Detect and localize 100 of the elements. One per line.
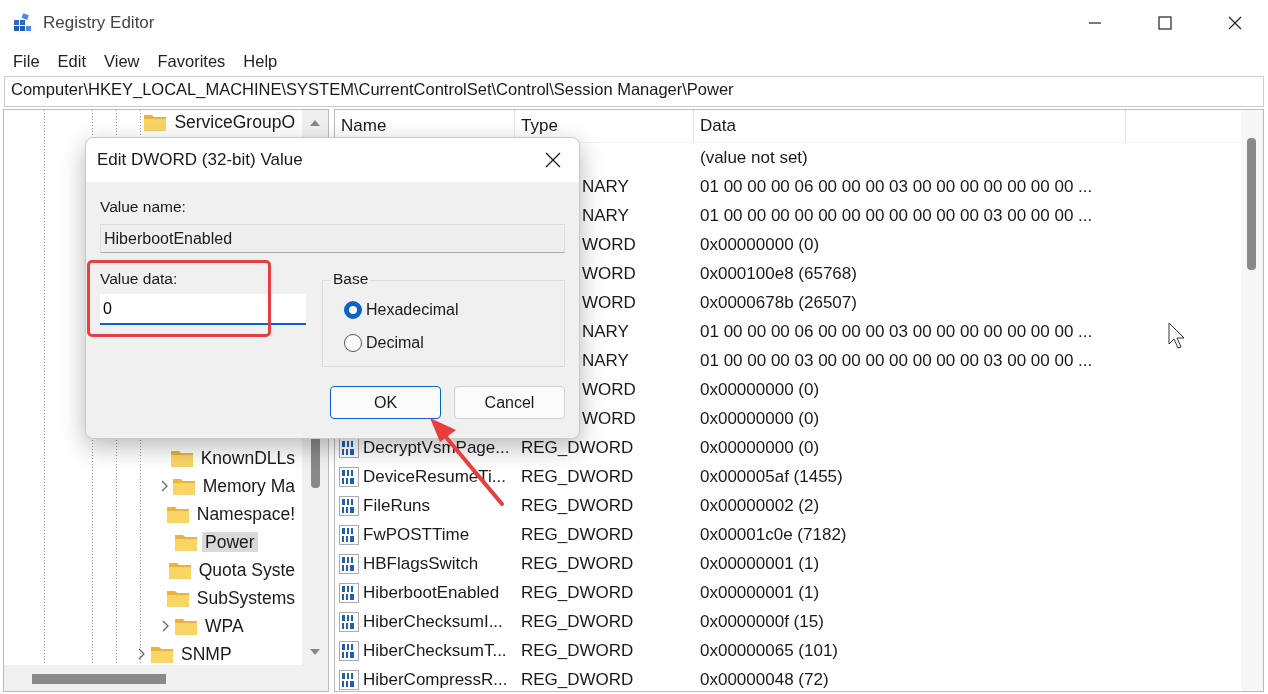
binary-value-icon: [339, 669, 359, 690]
cancel-button[interactable]: Cancel: [454, 386, 565, 419]
tree-item[interactable]: Memory Ma: [199, 476, 298, 496]
value-data: 0x00000000 (0): [700, 234, 820, 255]
ok-button[interactable]: OK: [330, 386, 441, 419]
tree-item[interactable]: KnownDLLs: [197, 448, 298, 468]
value-name: HiberChecksumI...: [363, 611, 503, 632]
folder-icon: [150, 644, 174, 664]
value-data: 0x00000048 (72): [700, 669, 829, 690]
menu-item[interactable]: View: [95, 49, 149, 73]
folder-icon: [165, 504, 190, 524]
folder-icon: [167, 560, 192, 580]
dialog-title: Edit DWORD (32-bit) Value: [97, 150, 303, 170]
value-type: REG_DWORD: [521, 524, 634, 545]
value-type: REG_DWORD: [521, 437, 634, 458]
close-icon[interactable]: [1228, 16, 1242, 30]
tree-item[interactable]: WPA: [202, 616, 247, 636]
value-name: HiberCompressR...: [363, 669, 508, 690]
menu-item[interactable]: Favorites: [148, 49, 235, 73]
value-data: (value not set): [700, 147, 808, 168]
field-label: Value name:: [100, 198, 187, 216]
field-label: Value data:: [100, 270, 179, 288]
scroll-down-icon[interactable]: [309, 647, 321, 657]
value-name: HiberbootEnabled: [363, 582, 500, 603]
address-bar[interactable]: Computer\HKEY_LOCAL_MACHINE\SYSTEM\CurrentControlSet\Control\Session Manager\Power: [4, 76, 1264, 107]
menu-item[interactable]: File: [4, 49, 49, 73]
value-type: NARY: [582, 176, 629, 197]
value-data: 0x0000000f (15): [700, 611, 824, 632]
scroll-up-icon[interactable]: [309, 118, 321, 128]
value-data: 01 00 00 00 06 00 00 00 03 00 00 00 00 00 00 00 ...: [700, 176, 1093, 197]
tree-item[interactable]: Namespace!: [193, 504, 298, 524]
binary-value-icon: [339, 582, 359, 603]
tree-item[interactable]: Power: [202, 532, 258, 552]
radio-label[interactable]: Decimal: [366, 333, 424, 352]
value-data: 0x00000001 (1): [700, 582, 820, 603]
value-data: 01 00 00 00 03 00 00 00 00 00 00 00 03 00 00 00 ...: [700, 350, 1093, 371]
tree-item[interactable]: SubSystems: [193, 588, 298, 608]
folder-icon: [174, 616, 198, 636]
folder-icon: [165, 588, 190, 608]
value-data: 0x00000002 (2): [700, 495, 820, 516]
tree-item[interactable]: Quota Syste: [195, 560, 298, 580]
value-data: 0x0000678b (26507): [700, 292, 857, 313]
maximize-icon[interactable]: [1158, 16, 1172, 30]
column-header[interactable]: Data: [694, 110, 1126, 142]
close-icon[interactable]: [545, 152, 561, 168]
value-data: 0x00000065 (101): [700, 640, 838, 661]
value-type: REG_DWORD: [521, 640, 634, 661]
scrollbar[interactable]: [1241, 110, 1263, 691]
chevron-icon[interactable]: [160, 480, 169, 492]
folder-icon: [143, 112, 168, 132]
folder-icon: [171, 476, 196, 496]
radio-label[interactable]: Hexadecimal: [366, 300, 459, 319]
value-data: 0x000100e8 (65768): [700, 263, 857, 284]
value-type: REG_DWORD: [521, 466, 634, 487]
scroll-thumb[interactable]: [32, 674, 166, 684]
folder-icon: [169, 448, 194, 468]
value-name: FileRuns: [363, 495, 431, 516]
value-type: WORD: [582, 292, 636, 313]
value-type: WORD: [582, 234, 636, 255]
value-data: 01 00 00 00 00 00 00 00 00 00 00 00 03 00 00 00 ...: [700, 205, 1093, 226]
tree-item[interactable]: ServiceGroupO: [171, 112, 298, 132]
value-name: HBFlagsSwitch: [363, 553, 479, 574]
value-type: REG_DWORD: [521, 495, 634, 516]
registry-icon: [13, 13, 33, 33]
window-title: Registry Editor: [43, 13, 155, 33]
value-name-field[interactable]: HiberbootEnabled: [100, 224, 565, 253]
radio-button[interactable]: [344, 333, 362, 352]
value-name: FwPOSTTime: [363, 524, 470, 545]
value-type: REG_DWORD: [521, 582, 634, 603]
value-data-field[interactable]: 0: [100, 294, 306, 325]
radio-button[interactable]: [344, 300, 362, 319]
binary-value-icon: [339, 466, 359, 487]
value-data: 0x00000000 (0): [700, 437, 820, 458]
tree-item[interactable]: SNMP: [178, 644, 235, 664]
binary-value-icon: [339, 640, 359, 661]
binary-value-icon: [339, 524, 359, 545]
scrollbar[interactable]: [4, 665, 328, 691]
menu-item[interactable]: Edit: [48, 49, 96, 73]
value-data: 0x00000000 (0): [700, 408, 820, 429]
folder-icon: [174, 532, 198, 552]
chevron-icon[interactable]: [162, 620, 170, 632]
value-data: 0x00000001 (1): [700, 553, 820, 574]
menu-item[interactable]: Help: [234, 49, 287, 73]
value-type: NARY: [582, 205, 629, 226]
binary-value-icon: [339, 611, 359, 632]
binary-value-icon: [339, 553, 359, 574]
value-type: NARY: [582, 321, 629, 342]
value-data: 01 00 00 00 06 00 00 00 03 00 00 00 00 00 00 00 ...: [700, 321, 1093, 342]
value-type: WORD: [582, 408, 636, 429]
binary-value-icon: [339, 437, 359, 458]
value-type: REG_DWORD: [521, 553, 634, 574]
value-data: 0x00000000 (0): [700, 379, 820, 400]
chevron-icon[interactable]: [138, 648, 146, 660]
scroll-thumb[interactable]: [1247, 138, 1256, 270]
value-name: HiberChecksumT...: [363, 640, 507, 661]
value-type: WORD: [582, 263, 636, 284]
binary-value-icon: [339, 495, 359, 516]
value-data: 0x00001c0e (7182): [700, 524, 847, 545]
value-type: REG_DWORD: [521, 611, 634, 632]
value-type: WORD: [582, 379, 636, 400]
